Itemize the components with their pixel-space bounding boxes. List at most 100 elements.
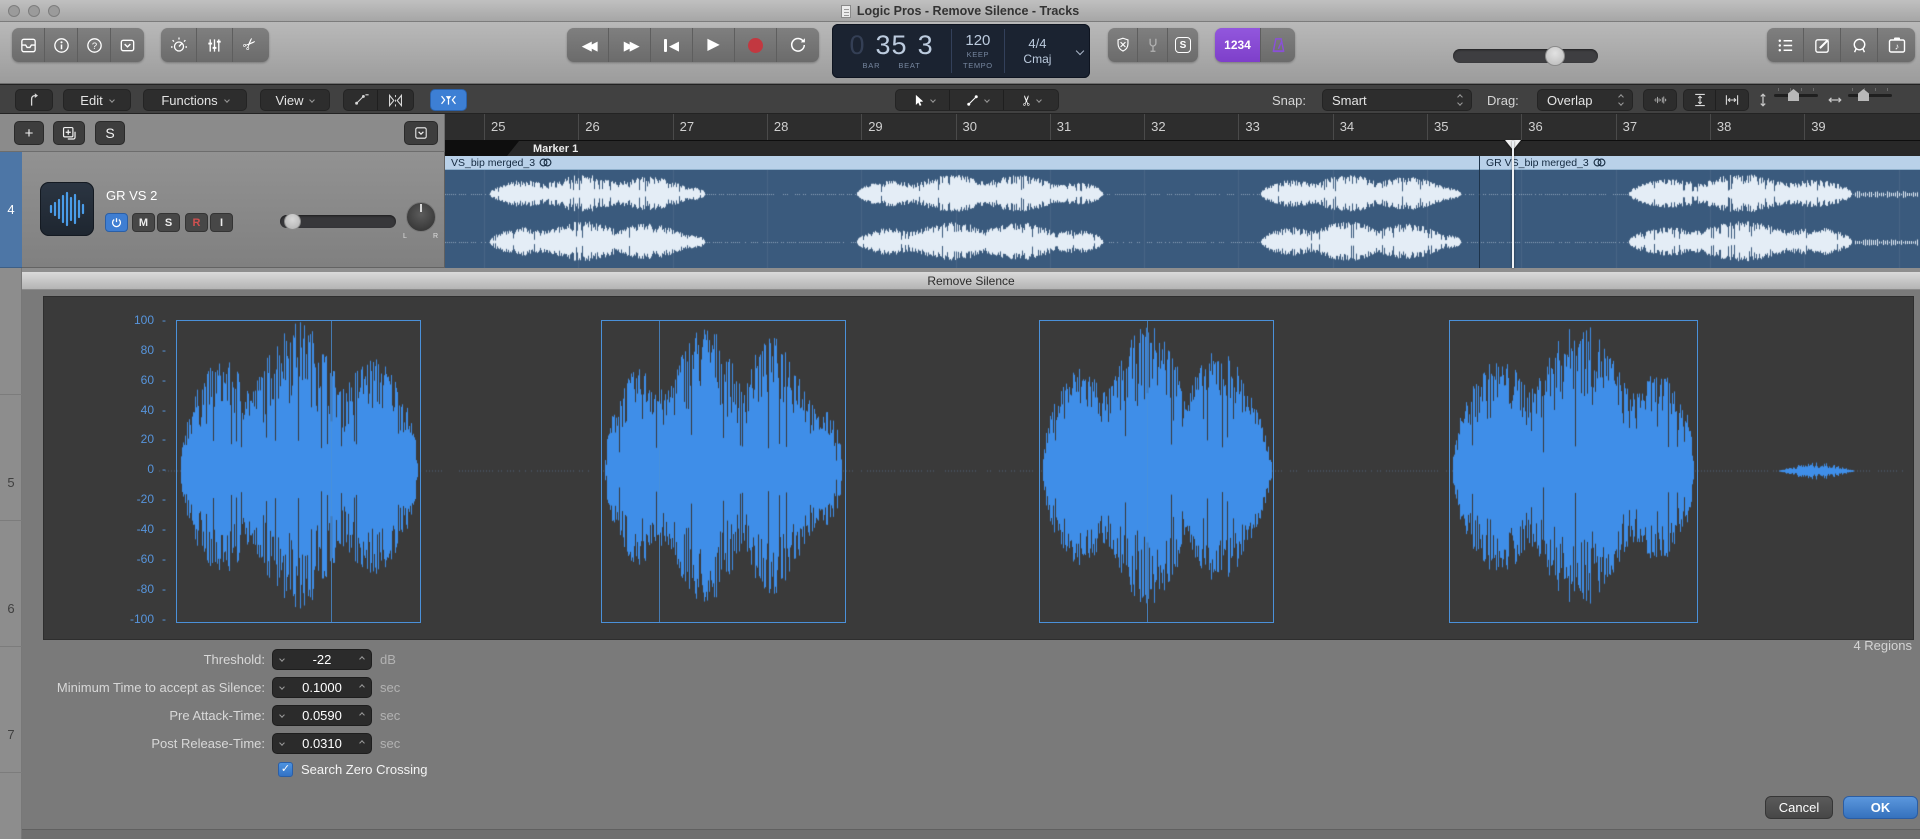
forward-button[interactable]: ▶▶	[609, 28, 651, 62]
remove-silence-titlebar[interactable]: Remove Silence	[22, 272, 1920, 290]
duplicate-track-button[interactable]	[53, 121, 85, 145]
lcd-position[interactable]: 0 35 3 BAR BEAT	[832, 24, 951, 78]
region-selection-box[interactable]	[1039, 320, 1274, 623]
solo-mode-button[interactable]: S	[1168, 28, 1198, 62]
play-button[interactable]: ▶	[693, 28, 735, 62]
track-7-number[interactable]: 7	[0, 727, 22, 742]
stop-button[interactable]: ◀	[651, 28, 693, 62]
horizontal-auto-zoom-button[interactable]	[1716, 90, 1748, 110]
mute-button[interactable]: M	[132, 213, 155, 232]
rewind-button[interactable]: ◀◀	[567, 28, 609, 62]
toolbar-toggle-button[interactable]	[111, 28, 144, 62]
record-button[interactable]	[735, 28, 777, 62]
track-name[interactable]: GR VS 2	[106, 188, 157, 203]
track-6-number[interactable]: 6	[0, 601, 22, 616]
edit-menu[interactable]: Edit	[63, 89, 131, 111]
stepper-down-icon[interactable]	[273, 740, 291, 746]
marker-1[interactable]: Marker 1	[507, 141, 1920, 156]
region-1-header[interactable]: VS_bip merged_3	[445, 156, 1479, 170]
media-browser-button[interactable]: ♪	[1878, 28, 1915, 62]
smart-controls-button[interactable]	[161, 28, 197, 62]
lcd-tempo[interactable]: 120 KEEP TEMPO	[952, 24, 1004, 78]
stepper-up-icon[interactable]	[353, 656, 371, 662]
track-on-button[interactable]	[105, 213, 128, 232]
right-click-tool-menu[interactable]: ✂	[1004, 90, 1058, 110]
pan-knob[interactable]	[406, 202, 436, 232]
loop-browser-button[interactable]	[1841, 28, 1878, 62]
inspector-button[interactable]	[45, 28, 78, 62]
record-enable-button[interactable]: R	[185, 213, 208, 232]
functions-menu[interactable]: Functions	[143, 89, 247, 111]
snap-select[interactable]: Smart	[1322, 89, 1472, 111]
drag-select[interactable]: Overlap	[1537, 89, 1633, 111]
stepper-down-icon[interactable]	[273, 712, 291, 718]
region-selection-box[interactable]	[601, 320, 846, 623]
stepper-down-icon[interactable]	[273, 684, 291, 690]
mixer-button[interactable]	[197, 28, 233, 62]
chevron-down-icon	[1036, 97, 1043, 103]
track-5-number[interactable]: 5	[0, 475, 22, 490]
editors-button[interactable]: ✂	[233, 28, 269, 62]
param-stepper[interactable]: -22	[272, 648, 372, 670]
lcd-display[interactable]: 0 35 3 BAR BEAT 120 KEEP TEMPO 4/4 Cmaj	[832, 24, 1090, 78]
left-click-tool-menu[interactable]	[896, 90, 950, 110]
param-value[interactable]: 0.0310	[291, 736, 353, 751]
add-track-button[interactable]: +	[14, 121, 44, 145]
pointer-tool-icon	[915, 94, 923, 106]
metronome-button[interactable]	[1261, 28, 1295, 62]
stepper-up-icon[interactable]	[353, 684, 371, 690]
track-4-header[interactable]: GR VS 2 M S R I L R	[22, 152, 445, 268]
editors-scissors-icon: ✂	[239, 33, 262, 56]
param-stepper[interactable]: 0.0590	[272, 704, 372, 726]
command-click-tool-menu[interactable]	[950, 90, 1004, 110]
note-pads-button[interactable]	[1804, 28, 1841, 62]
drag-label: Drag:	[1487, 92, 1519, 108]
region-selection-box[interactable]	[1449, 320, 1698, 623]
input-monitor-button[interactable]: I	[210, 213, 233, 232]
horizontal-zoom-slider[interactable]	[1848, 88, 1892, 101]
master-volume-slider[interactable]	[1453, 46, 1598, 66]
list-editors-button[interactable]	[1767, 28, 1804, 62]
param-value[interactable]: -22	[291, 652, 353, 667]
param-value[interactable]: 0.1000	[291, 680, 353, 695]
lcd-menu-button[interactable]	[1070, 24, 1090, 78]
stepper-up-icon[interactable]	[353, 712, 371, 718]
ok-button[interactable]: OK	[1843, 796, 1918, 819]
bar-ruler[interactable]: 25 26 27 28 29 30 31 32 33 34 35 36 37 38 39	[445, 114, 1920, 140]
param-stepper[interactable]: 0.1000	[272, 676, 372, 698]
vertical-auto-zoom-button[interactable]	[1684, 90, 1716, 110]
param-stepper[interactable]: 0.0310	[272, 732, 372, 754]
waveform-zoom-button[interactable]	[1643, 89, 1677, 111]
track-volume-thumb[interactable]	[284, 213, 301, 230]
quick-help-button[interactable]: ?	[78, 28, 111, 62]
cancel-button[interactable]: Cancel	[1765, 796, 1833, 819]
track-solo-mode-button[interactable]: S	[95, 121, 125, 145]
track-volume-slider[interactable]	[280, 213, 396, 230]
playhead-line[interactable]	[1512, 141, 1514, 268]
automation-button[interactable]	[344, 90, 378, 110]
flex-button[interactable]	[378, 90, 413, 110]
count-in-button[interactable]: 1234	[1215, 28, 1261, 62]
catch-playhead-button[interactable]	[430, 89, 467, 111]
volume-slider-thumb[interactable]	[1545, 46, 1565, 66]
stepper-down-icon[interactable]	[273, 656, 291, 662]
region-selection-box[interactable]	[176, 320, 421, 623]
cycle-button[interactable]	[777, 28, 819, 62]
no-input-monitor-button[interactable]	[1108, 28, 1138, 62]
stepper-up-icon[interactable]	[353, 740, 371, 746]
library-button[interactable]	[12, 28, 45, 62]
search-zero-crossing-checkbox[interactable]: ✓	[278, 761, 293, 777]
ruler-tick: 36	[1521, 114, 1543, 140]
stop-icon	[664, 38, 667, 52]
track-4-number[interactable]: 4	[0, 152, 22, 268]
param-value[interactable]: 0.0590	[291, 708, 353, 723]
solo-button[interactable]: S	[157, 213, 180, 232]
param-label: Post Release-Time:	[151, 735, 265, 751]
back-button[interactable]	[15, 89, 53, 111]
tuner-button[interactable]	[1138, 28, 1168, 62]
view-menu[interactable]: View	[260, 89, 330, 111]
track-header-config-button[interactable]	[404, 121, 438, 145]
region-2-header[interactable]: GR VS_bip merged_3	[1480, 156, 1920, 170]
vertical-zoom-slider[interactable]	[1774, 88, 1818, 101]
lcd-signature[interactable]: 4/4 Cmaj	[1005, 24, 1071, 78]
